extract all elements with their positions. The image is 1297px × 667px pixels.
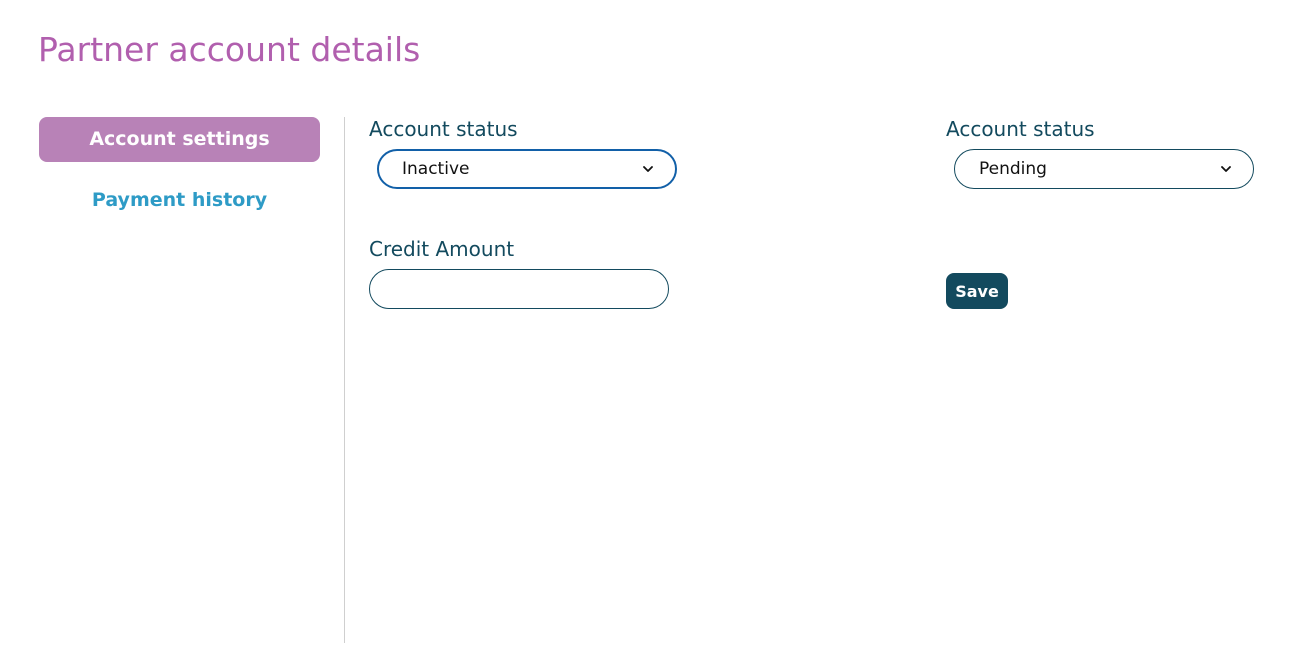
chevron-down-icon bbox=[643, 164, 653, 174]
account-status-select-secondary-value: Pending bbox=[979, 159, 1047, 179]
credit-amount-input[interactable] bbox=[369, 269, 669, 309]
account-status-select-secondary[interactable]: Pending bbox=[954, 149, 1254, 189]
credit-amount-label: Credit Amount bbox=[369, 237, 515, 261]
sidebar-item-account-settings[interactable]: Account settings bbox=[39, 117, 320, 162]
account-status-label-secondary: Account status bbox=[946, 117, 1095, 141]
account-status-label: Account status bbox=[369, 117, 518, 141]
page-title: Partner account details bbox=[38, 30, 421, 69]
chevron-down-icon bbox=[1221, 164, 1231, 174]
sidebar-item-payment-history[interactable]: Payment history bbox=[39, 178, 320, 223]
account-status-select[interactable]: Inactive bbox=[377, 149, 677, 189]
account-status-select-value: Inactive bbox=[402, 159, 470, 179]
sidebar-nav: Account settings Payment history bbox=[39, 117, 320, 223]
vertical-divider bbox=[344, 117, 345, 643]
save-button[interactable]: Save bbox=[946, 273, 1008, 309]
page: Partner account details Account settings… bbox=[0, 0, 1297, 667]
